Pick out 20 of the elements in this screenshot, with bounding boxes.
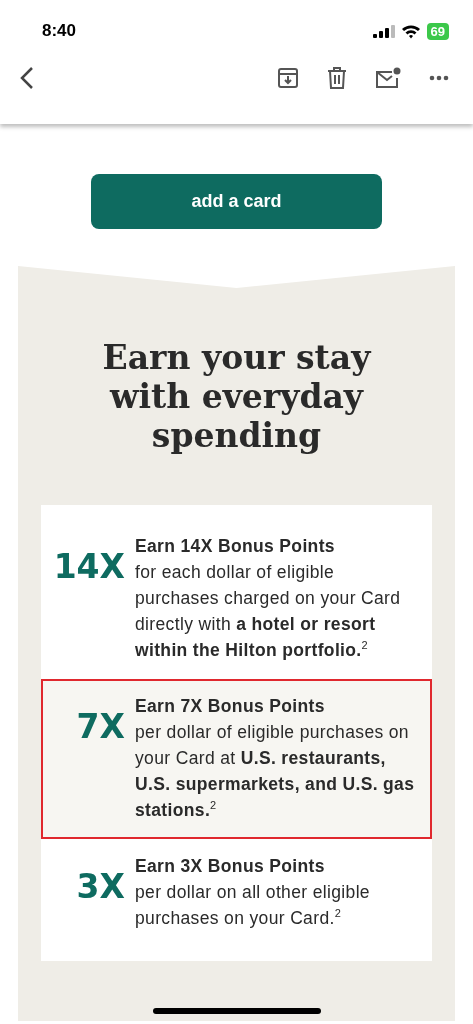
offer-text: for each dollar of eligible purchases charged on your Card directly with a hotel or resort within the Hilton portfolio.$^{2}$: [135, 561, 402, 662]
heading: Earn your stay with everyday spending: [101, 337, 373, 457]
status-time: 8:40: [42, 21, 77, 41]
trash-icon[interactable]: [327, 67, 347, 89]
battery-level: 69: [426, 22, 449, 40]
offer-title: Earn 3X Bonus Points: [135, 855, 326, 878]
add-card-button[interactable]: add a card: [91, 174, 382, 229]
multiplier: 14X: [52, 546, 125, 588]
signal-icon: [372, 24, 395, 38]
multiplier: 3X: [75, 866, 125, 908]
wifi-icon: [400, 23, 421, 39]
archive-icon[interactable]: [277, 67, 299, 89]
back-icon[interactable]: [20, 66, 34, 90]
mail-icon[interactable]: [375, 67, 401, 89]
multiplier: 7X: [75, 706, 125, 748]
offer-title: Earn 14X Bonus Points: [135, 535, 336, 558]
offer-title: Earn 7X Bonus Points: [135, 695, 326, 718]
offer-text: per dollar of eligible purchases on your Card at U.S. restaurants, U.S. supermarkets, and U.S. gas stations.$^{2}$: [135, 721, 416, 822]
offer-text: per dollar on all other eligible purchases on your Card.$^{2}$: [135, 881, 371, 930]
more-icon[interactable]: [429, 75, 449, 81]
